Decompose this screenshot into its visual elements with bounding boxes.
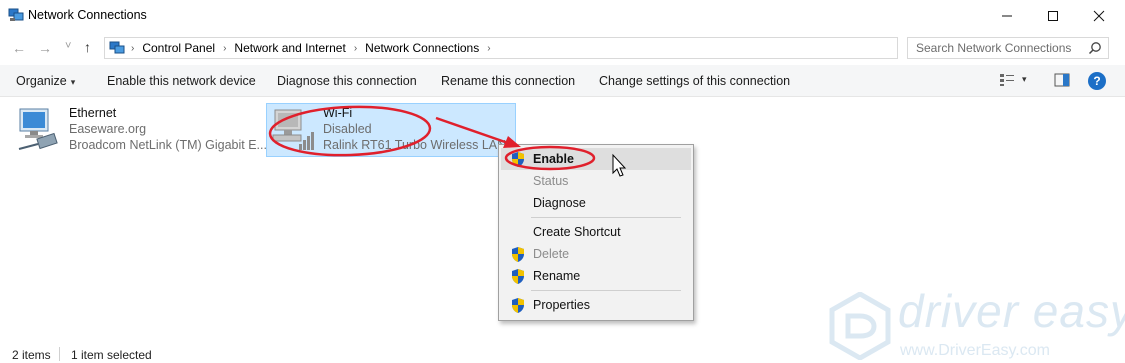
connection-name: Ethernet (69, 106, 117, 120)
menu-item-diagnose[interactable]: Diagnose (501, 192, 691, 214)
breadcrumb-control-panel[interactable]: Control Panel (142, 41, 215, 55)
context-menu: Enable Status Diagnose Create Shortcut D… (498, 144, 694, 321)
title-bar: Network Connections (0, 0, 1125, 31)
selection-count: 1 item selected (71, 348, 152, 362)
rename-connection-button[interactable]: Rename this connection (441, 74, 575, 88)
driver-easy-logo-icon (829, 292, 891, 360)
menu-item-properties[interactable]: Properties (501, 294, 691, 316)
change-view-button[interactable] (999, 73, 1015, 90)
search-box (907, 37, 1109, 59)
search-input[interactable] (908, 38, 1084, 58)
command-bar: Organize ▾ Enable this network device Dia… (0, 65, 1125, 97)
back-button[interactable]: ← (12, 40, 26, 56)
search-icon[interactable] (1088, 41, 1102, 55)
recent-locations-button[interactable]: ˅ (65, 40, 71, 52)
breadcrumb-separator[interactable]: › (131, 43, 134, 54)
uac-shield-icon (512, 269, 524, 284)
menu-item-delete: Delete (501, 243, 691, 265)
help-icon[interactable]: ? (1088, 72, 1106, 90)
connection-network: Disabled (323, 122, 372, 136)
menu-item-label: Create Shortcut (533, 225, 621, 239)
network-connections-icon (8, 8, 24, 21)
connection-adapter: Broadcom NetLink (TM) Gigabit E... (69, 138, 267, 152)
organize-button[interactable]: Organize ▾ (16, 74, 75, 88)
chevron-down-icon: ▾ (70, 77, 76, 87)
menu-separator (531, 290, 681, 291)
menu-item-label: Status (533, 174, 569, 188)
change-settings-button[interactable]: Change settings of this connection (599, 74, 790, 88)
connection-name: Wi-Fi (323, 106, 353, 120)
minimize-icon (1002, 15, 1012, 16)
maximize-icon (1048, 10, 1058, 21)
watermark-url: www.DriverEasy.com (900, 342, 1050, 359)
menu-item-label: Delete (533, 247, 570, 261)
connection-item-ethernet[interactable]: Ethernet Easeware.org Broadcom NetLink (… (14, 104, 267, 158)
connection-item-wifi[interactable]: Wi-Fi Disabled Ralink RT61 Turbo Wireles… (266, 104, 516, 158)
menu-item-label: Enable (533, 152, 574, 166)
connection-adapter: Ralink RT61 Turbo Wireless LAN C (323, 138, 513, 152)
breadcrumb-separator[interactable]: › (354, 43, 357, 54)
up-button[interactable]: ↑ (84, 39, 91, 55)
watermark-brand: driver easy (898, 285, 1125, 337)
item-count: 2 items (12, 348, 51, 362)
uac-shield-icon (512, 298, 524, 313)
ethernet-adapter-icon (18, 108, 58, 150)
window-title: Network Connections (28, 8, 147, 22)
view-details-icon (1000, 74, 1014, 86)
organize-label: Organize (16, 74, 67, 88)
minimize-button[interactable] (984, 0, 1030, 31)
view-options-button[interactable]: ▾ (1022, 74, 1027, 85)
menu-item-create-shortcut[interactable]: Create Shortcut (501, 221, 691, 243)
forward-button[interactable]: → (38, 40, 52, 56)
menu-item-label: Diagnose (533, 196, 586, 210)
menu-item-label: Rename (533, 269, 581, 283)
menu-item-status: Status (501, 170, 691, 192)
breadcrumb-separator[interactable]: › (223, 43, 226, 54)
breadcrumb-network-connections[interactable]: Network Connections (365, 41, 479, 55)
diagnose-connection-button[interactable]: Diagnose this connection (277, 74, 417, 88)
control-panel-icon (109, 41, 125, 54)
enable-device-button[interactable]: Enable this network device (107, 74, 256, 88)
chevron-down-icon: ▾ (1022, 74, 1027, 84)
menu-separator (531, 217, 681, 218)
address-bar[interactable]: › Control Panel › Network and Internet ›… (104, 37, 992, 59)
breadcrumb-network-and-internet[interactable]: Network and Internet (234, 41, 345, 55)
connection-network: Easeware.org (69, 122, 147, 136)
preview-pane-button[interactable] (1054, 73, 1070, 90)
wifi-adapter-icon (272, 109, 314, 150)
breadcrumb: › Control Panel › Network and Internet ›… (129, 41, 499, 55)
uac-shield-icon (512, 152, 524, 167)
status-divider (59, 347, 60, 361)
preview-pane-icon (1054, 73, 1070, 87)
menu-item-enable[interactable]: Enable (501, 148, 691, 170)
close-button[interactable] (1076, 0, 1122, 31)
menu-item-rename[interactable]: Rename (501, 265, 691, 287)
menu-item-label: Properties (533, 298, 590, 312)
breadcrumb-separator[interactable]: › (487, 43, 490, 54)
watermark: driver easy www.DriverEasy.com (820, 284, 1125, 363)
maximize-button[interactable] (1030, 0, 1076, 31)
uac-shield-icon (512, 247, 524, 262)
close-icon (1093, 10, 1105, 21)
